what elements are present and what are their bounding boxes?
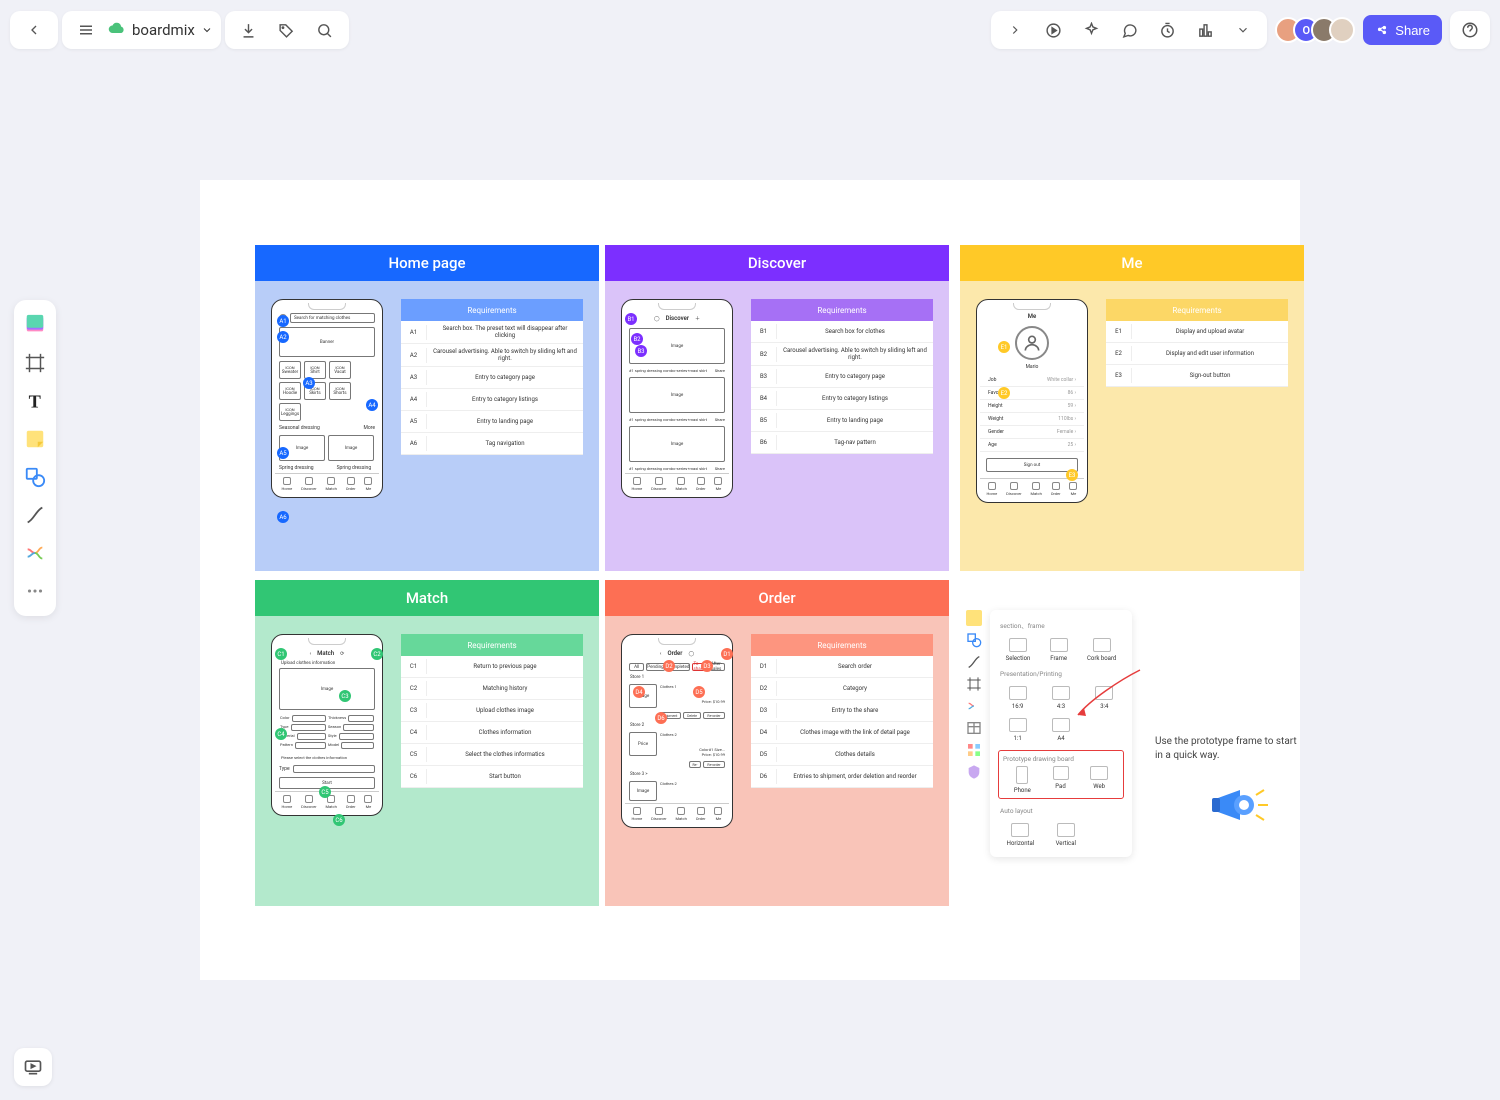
left-toolbar: T — [14, 300, 56, 616]
frame-panel[interactable]: section、frame Selection Frame Cork board… — [990, 610, 1132, 857]
slides-button[interactable] — [14, 1048, 52, 1086]
tool-grid-icon — [966, 742, 982, 758]
req-table-discover: Requirements B1Search box for clothes B2… — [751, 299, 933, 553]
tool-connector-icon — [966, 654, 982, 670]
card-order[interactable]: Order ‹Order◯ All Pending Completed To s… — [605, 580, 949, 906]
card-title: Match — [255, 580, 599, 616]
hint-text: Use the prototype frame to start in a qu… — [1155, 735, 1305, 763]
share-label: Share — [1395, 23, 1430, 38]
avatar[interactable] — [1329, 17, 1355, 43]
card-title: Discover — [605, 245, 949, 281]
tag-button[interactable] — [271, 14, 303, 46]
stats-button[interactable] — [1189, 14, 1221, 46]
phone-order: ‹Order◯ All Pending Completed To share A… — [621, 634, 733, 828]
ai-button[interactable] — [1075, 14, 1107, 46]
card-title: Order — [605, 580, 949, 616]
tool-note[interactable] — [18, 422, 52, 456]
req-table-me: Requirements E1Display and upload avatar… — [1106, 299, 1288, 553]
card-discover[interactable]: Discover ◯Discover＋ Image #1 spring dres… — [605, 245, 949, 571]
card-me[interactable]: Me Me Mario JobWhite collar › Favorites8… — [960, 245, 1304, 571]
download-button[interactable] — [233, 14, 265, 46]
tool-connector[interactable] — [18, 498, 52, 532]
expand-button[interactable] — [999, 14, 1031, 46]
tool-shapes-icon — [966, 632, 982, 648]
chevron-down-icon — [201, 24, 213, 36]
tool-mindmap-icon — [966, 698, 982, 714]
timer-button[interactable] — [1151, 14, 1183, 46]
tool-shapes[interactable] — [18, 460, 52, 494]
help-pill — [1450, 11, 1490, 49]
play-button[interactable] — [1037, 14, 1069, 46]
tool-table-icon — [966, 720, 982, 736]
brand[interactable]: boardmix — [108, 21, 213, 39]
megaphone-icon — [1210, 780, 1270, 830]
more-tools-button[interactable] — [1227, 14, 1259, 46]
tool-shield-icon — [966, 764, 982, 780]
topbar: boardmix O Share — [10, 10, 1490, 50]
slides-icon — [23, 1057, 43, 1077]
brand-label: boardmix — [132, 21, 195, 39]
annotation-arrow — [1070, 660, 1150, 730]
avatars[interactable]: O — [1275, 17, 1355, 43]
cloud-sync-icon — [108, 21, 126, 39]
phone-discover: ◯Discover＋ Image #1 spring dressing comb… — [621, 299, 733, 498]
card-title: Home page — [255, 245, 599, 281]
phone-home: Search for matching clothes Banner ICONS… — [271, 299, 383, 498]
help-button[interactable] — [1454, 14, 1486, 46]
card-match[interactable]: Match ‹Match⟳ Upload clothes information… — [255, 580, 599, 906]
card-title: Me — [960, 245, 1304, 281]
tool-more[interactable] — [18, 574, 52, 608]
back-pill — [10, 11, 58, 49]
tool-note-icon — [966, 610, 982, 626]
prototype-frame-group: Prototype drawing board Phone Pad Web — [998, 750, 1124, 799]
actions-pill — [225, 11, 349, 49]
comment-button[interactable] — [1113, 14, 1145, 46]
share-button[interactable]: Share — [1363, 15, 1442, 45]
tool-mindmap[interactable] — [18, 536, 52, 570]
svg-text:T: T — [29, 391, 41, 411]
req-table-home: Requirements A1Search box. The preset te… — [401, 299, 583, 553]
brand-pill: boardmix — [62, 11, 221, 49]
menu-button[interactable] — [70, 14, 102, 46]
right-tools-pill — [991, 11, 1267, 49]
tool-frame[interactable] — [18, 346, 52, 380]
req-table-order: Requirements D1Search order D2Category D… — [751, 634, 933, 888]
tool-text[interactable]: T — [18, 384, 52, 418]
share-icon — [1375, 23, 1389, 37]
tool-templates[interactable] — [18, 308, 52, 342]
back-button[interactable] — [18, 14, 50, 46]
card-home[interactable]: Home page Search for matching clothes Ba… — [255, 245, 599, 571]
canvas[interactable]: Home page Search for matching clothes Ba… — [200, 180, 1300, 980]
search-button[interactable] — [309, 14, 341, 46]
tool-frame-icon — [966, 676, 982, 692]
req-table-match: Requirements C1Return to previous page C… — [401, 634, 583, 888]
